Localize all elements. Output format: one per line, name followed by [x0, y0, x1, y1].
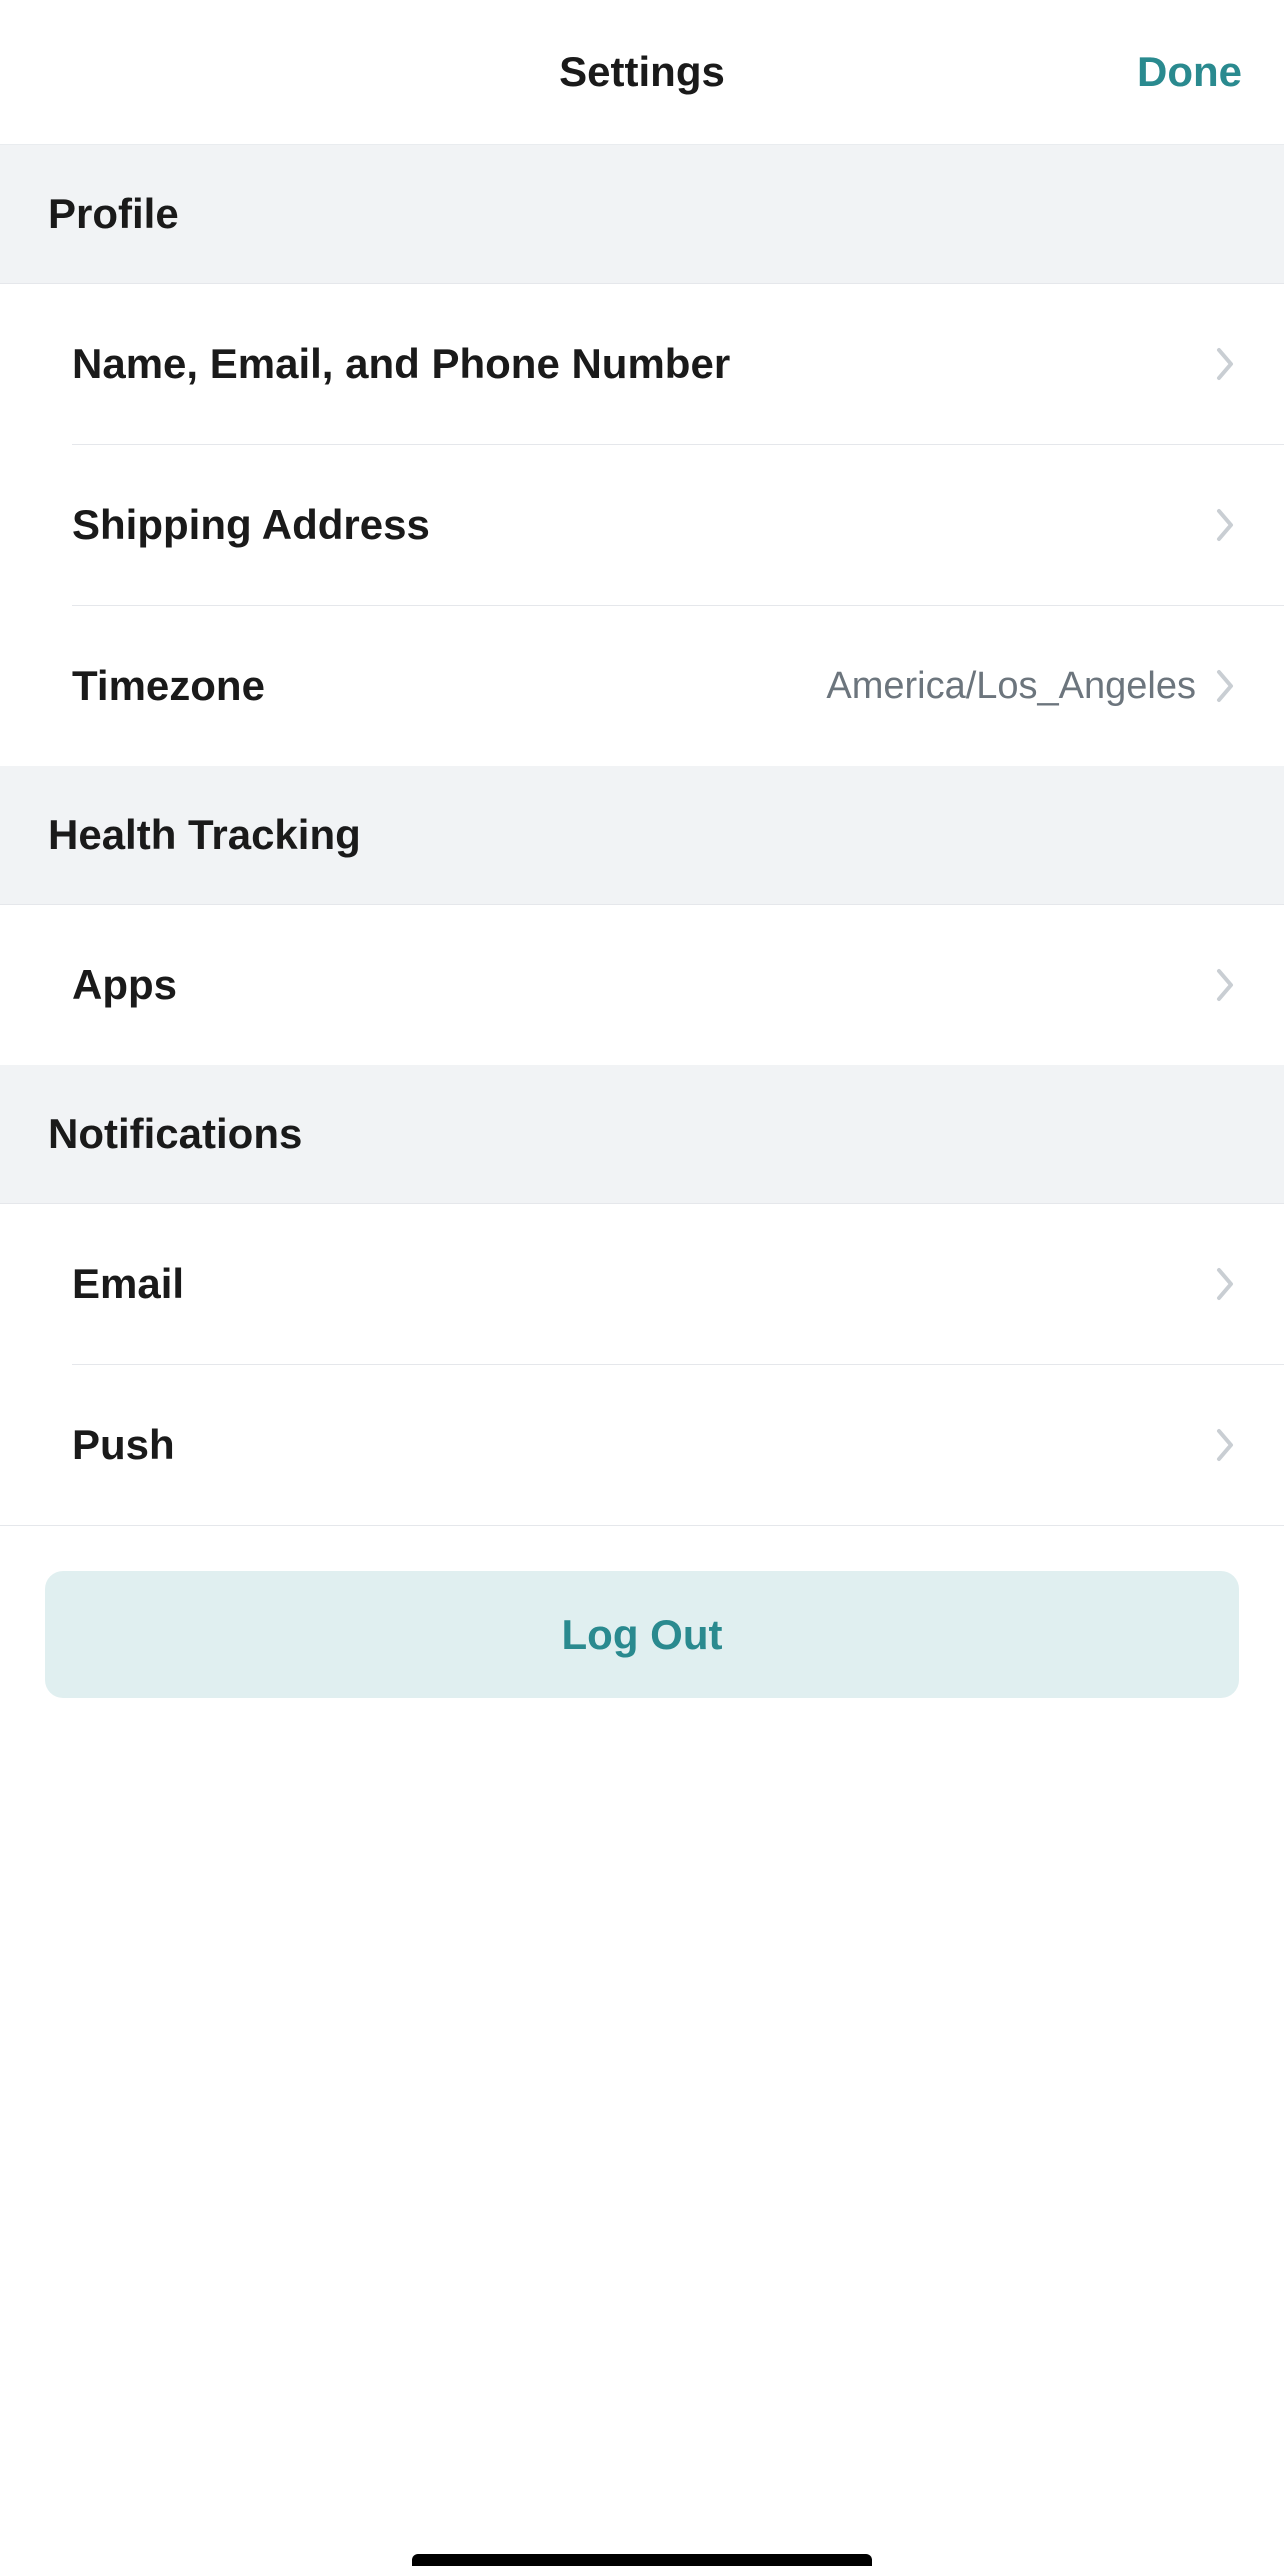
chevron-right-icon [1216, 508, 1236, 542]
row-label: Email [72, 1260, 184, 1308]
section-header-health-tracking: Health Tracking [0, 766, 1284, 905]
chevron-right-icon [1216, 1428, 1236, 1462]
nav-bar: Settings Done [0, 0, 1284, 145]
row-push-notifications[interactable]: Push [0, 1365, 1284, 1525]
section-header-profile: Profile [0, 145, 1284, 284]
row-label: Push [72, 1421, 175, 1469]
row-label: Name, Email, and Phone Number [72, 340, 730, 388]
row-email-notifications[interactable]: Email [0, 1204, 1284, 1364]
done-button[interactable]: Done [1137, 48, 1242, 96]
row-label: Shipping Address [72, 501, 430, 549]
row-label: Timezone [72, 662, 265, 710]
row-name-email-phone[interactable]: Name, Email, and Phone Number [0, 284, 1284, 444]
logout-button[interactable]: Log Out [45, 1571, 1239, 1698]
section-header-notifications: Notifications [0, 1065, 1284, 1204]
chevron-right-icon [1216, 1267, 1236, 1301]
chevron-right-icon [1216, 968, 1236, 1002]
logout-label: Log Out [562, 1611, 723, 1659]
chevron-right-icon [1216, 347, 1236, 381]
page-title: Settings [559, 48, 725, 96]
logout-container: Log Out [0, 1525, 1284, 1698]
section-title: Profile [48, 190, 1236, 238]
row-apps[interactable]: Apps [0, 905, 1284, 1065]
chevron-right-icon [1216, 669, 1236, 703]
row-timezone[interactable]: Timezone America/Los_Angeles [0, 606, 1284, 766]
row-shipping-address[interactable]: Shipping Address [0, 445, 1284, 605]
section-title: Notifications [48, 1110, 1236, 1158]
home-indicator [412, 2554, 872, 2566]
section-title: Health Tracking [48, 811, 1236, 859]
row-value: America/Los_Angeles [826, 665, 1196, 708]
row-label: Apps [72, 961, 177, 1009]
